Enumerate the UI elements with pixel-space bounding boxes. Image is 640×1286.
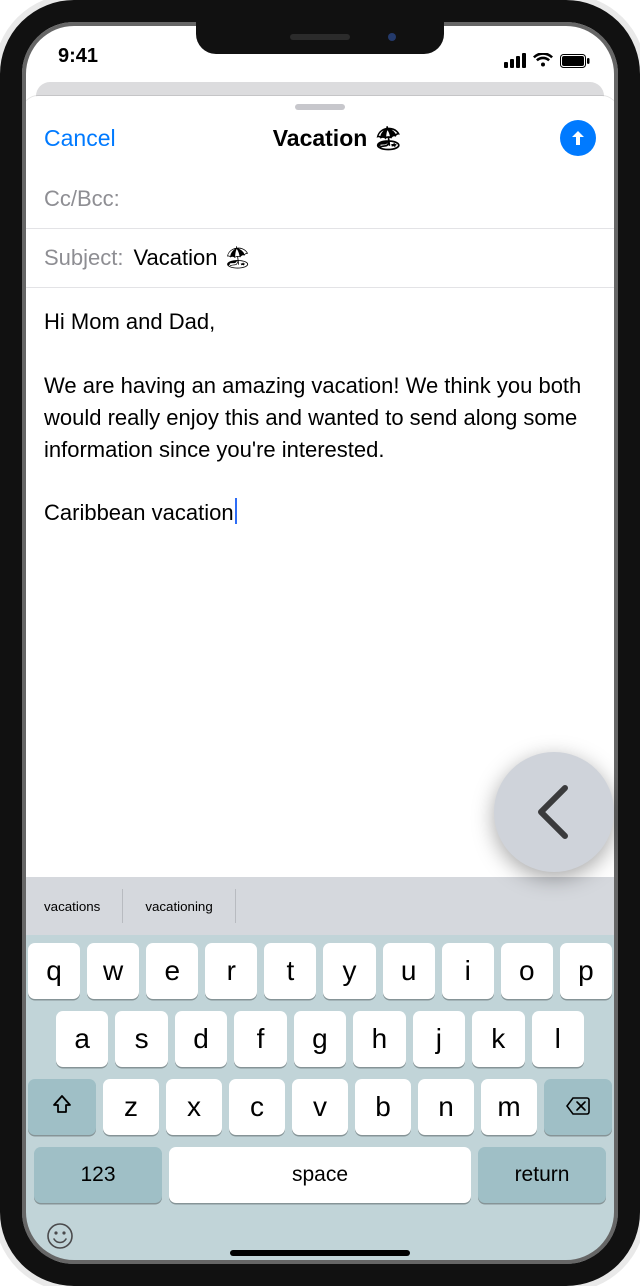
predictive-suggestion-2[interactable]: vacationing: [123, 889, 235, 923]
ccbcc-label: Cc/Bcc:: [44, 186, 120, 212]
key-g[interactable]: g: [294, 1011, 346, 1067]
key-b[interactable]: b: [355, 1079, 411, 1135]
key-k[interactable]: k: [472, 1011, 524, 1067]
compose-nav-bar: Cancel Vacation 🏖: [22, 114, 618, 170]
key-x[interactable]: x: [166, 1079, 222, 1135]
key-h[interactable]: h: [353, 1011, 405, 1067]
chevron-left-icon: [531, 782, 577, 842]
key-j[interactable]: j: [413, 1011, 465, 1067]
space-key[interactable]: space: [169, 1147, 471, 1203]
sheet-grab-handle[interactable]: [295, 104, 345, 110]
key-z[interactable]: z: [103, 1079, 159, 1135]
predictive-suggestion-1[interactable]: vacations: [22, 889, 123, 923]
text-caret: [235, 498, 237, 524]
backspace-key[interactable]: [544, 1079, 612, 1135]
key-row-3: z x c v b n m: [28, 1079, 612, 1135]
key-d[interactable]: d: [175, 1011, 227, 1067]
status-time: 9:41: [58, 45, 98, 68]
key-y[interactable]: y: [323, 943, 375, 999]
key-c[interactable]: c: [229, 1079, 285, 1135]
cellular-icon: [504, 53, 526, 68]
smile-icon: [45, 1221, 75, 1254]
email-body-text: Hi Mom and Dad, We are having an amazing…: [44, 309, 587, 525]
subject-value: Vacation 🏖: [134, 245, 252, 271]
shift-icon: [51, 1091, 73, 1123]
key-o[interactable]: o: [501, 943, 553, 999]
iphone-screen: 9:41 Cancel Vacation 🏖 Cc/: [22, 22, 618, 1264]
numbers-key[interactable]: 123: [34, 1147, 162, 1203]
battery-icon: [560, 54, 590, 68]
key-p[interactable]: p: [560, 943, 612, 999]
shift-key[interactable]: [28, 1079, 96, 1135]
key-n[interactable]: n: [418, 1079, 474, 1135]
home-indicator[interactable]: [230, 1250, 410, 1256]
key-s[interactable]: s: [115, 1011, 167, 1067]
send-button[interactable]: [560, 120, 596, 156]
subject-label: Subject:: [44, 245, 124, 271]
predictive-bar: vacations vacationing: [22, 877, 618, 935]
key-l[interactable]: l: [532, 1011, 584, 1067]
key-e[interactable]: e: [146, 943, 198, 999]
key-i[interactable]: i: [442, 943, 494, 999]
key-a[interactable]: a: [56, 1011, 108, 1067]
compose-sheet: Cancel Vacation 🏖 Cc/Bcc: Subject: Vacat…: [22, 96, 618, 1264]
key-f[interactable]: f: [234, 1011, 286, 1067]
software-keyboard: vacations vacationing q w e r t y u i o …: [22, 877, 618, 1264]
key-row-2: a s d f g h j k l: [28, 1011, 612, 1067]
key-row-1: q w e r t y u i o p: [28, 943, 612, 999]
return-key[interactable]: return: [478, 1147, 606, 1203]
cancel-button[interactable]: Cancel: [44, 125, 116, 152]
emoji-key[interactable]: [42, 1220, 78, 1256]
key-w[interactable]: w: [87, 943, 139, 999]
wifi-icon: [533, 53, 553, 68]
arrow-up-icon: [568, 128, 588, 148]
key-u[interactable]: u: [383, 943, 435, 999]
key-m[interactable]: m: [481, 1079, 537, 1135]
key-r[interactable]: r: [205, 943, 257, 999]
subject-row[interactable]: Subject: Vacation 🏖: [22, 229, 618, 288]
ccbcc-row[interactable]: Cc/Bcc:: [22, 170, 618, 229]
assistive-touch-button[interactable]: [494, 752, 614, 872]
compose-title: Vacation 🏖: [116, 125, 560, 152]
key-row-4: 123 space return: [28, 1147, 612, 1203]
key-q[interactable]: q: [28, 943, 80, 999]
device-notch: [196, 20, 444, 54]
status-icons: [504, 53, 590, 68]
key-t[interactable]: t: [264, 943, 316, 999]
backspace-icon: [565, 1091, 591, 1123]
key-v[interactable]: v: [292, 1079, 348, 1135]
